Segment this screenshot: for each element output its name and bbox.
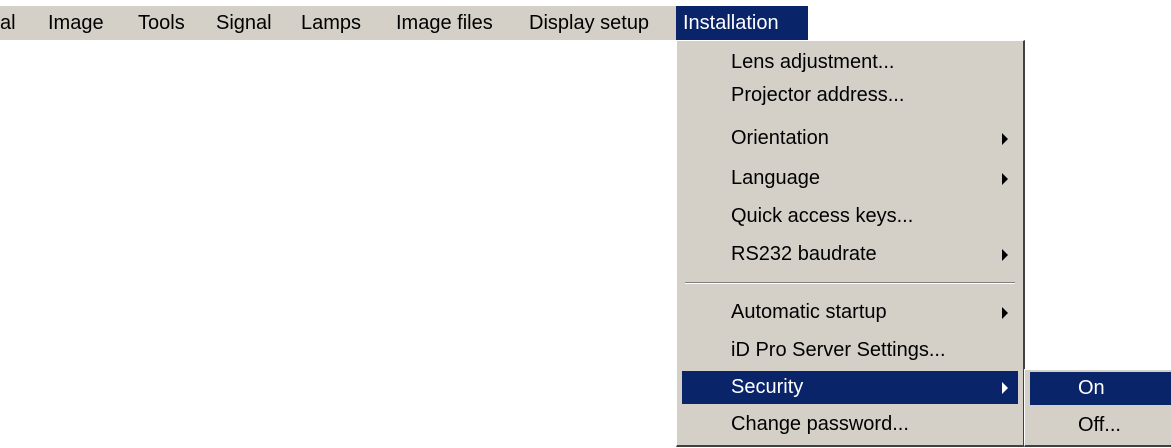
menu-separator — [685, 282, 1015, 284]
menu-item-label: Security — [731, 376, 804, 398]
menu-item-label: Lens adjustment... — [731, 51, 895, 73]
menu-item-language[interactable]: Language — [682, 162, 1018, 195]
menu-item-projector-address[interactable]: Projector address... — [682, 79, 1018, 112]
menu-item-label: Orientation — [731, 127, 829, 149]
menu-signal[interactable]: Signal — [216, 6, 272, 40]
security-submenu: On Off... — [1024, 369, 1171, 447]
submenu-arrow-icon — [1002, 249, 1008, 261]
submenu-arrow-icon — [1002, 133, 1008, 145]
menu-item-label: Projector address... — [731, 84, 905, 106]
menu-item-id-pro-server-settings[interactable]: iD Pro Server Settings... — [682, 334, 1018, 367]
menu-item-label: RS232 baudrate — [731, 243, 877, 265]
menu-bar: al Image Tools Signal Lamps Image files … — [0, 6, 808, 40]
menu-installation[interactable]: Installation — [676, 6, 808, 40]
submenu-item-label: On — [1078, 377, 1105, 399]
menu-image[interactable]: Image — [48, 6, 104, 40]
menu-item-security[interactable]: Security — [682, 371, 1018, 404]
menu-item-quick-access-keys[interactable]: Quick access keys... — [682, 200, 1018, 233]
submenu-item-label: Off... — [1078, 414, 1121, 436]
menu-item-label: Change password... — [731, 413, 909, 435]
menu-item-label: Quick access keys... — [731, 205, 914, 227]
menu-display-setup[interactable]: Display setup — [529, 6, 649, 40]
menu-lamps[interactable]: Lamps — [301, 6, 361, 40]
menu-tools[interactable]: Tools — [138, 6, 185, 40]
submenu-item-off[interactable]: Off... — [1030, 409, 1171, 442]
menu-item-label: iD Pro Server Settings... — [731, 339, 946, 361]
menu-item-automatic-startup[interactable]: Automatic startup — [682, 296, 1018, 329]
menu-item-label: Automatic startup — [731, 301, 887, 323]
submenu-arrow-icon — [1002, 307, 1008, 319]
menu-item-rs232-baudrate[interactable]: RS232 baudrate — [682, 238, 1018, 271]
menu-general[interactable]: al — [0, 6, 16, 40]
menu-item-lens-adjustment[interactable]: Lens adjustment... — [682, 46, 1018, 79]
menu-item-orientation[interactable]: Orientation — [682, 122, 1018, 155]
submenu-arrow-icon — [1002, 173, 1008, 185]
submenu-arrow-icon — [1002, 382, 1008, 394]
menu-item-label: Language — [731, 167, 820, 189]
installation-dropdown: Lens adjustment... Projector address... … — [676, 40, 1025, 447]
menu-image-files[interactable]: Image files — [396, 6, 493, 40]
menu-item-change-password[interactable]: Change password... — [682, 408, 1018, 441]
submenu-item-on[interactable]: On — [1030, 372, 1171, 405]
